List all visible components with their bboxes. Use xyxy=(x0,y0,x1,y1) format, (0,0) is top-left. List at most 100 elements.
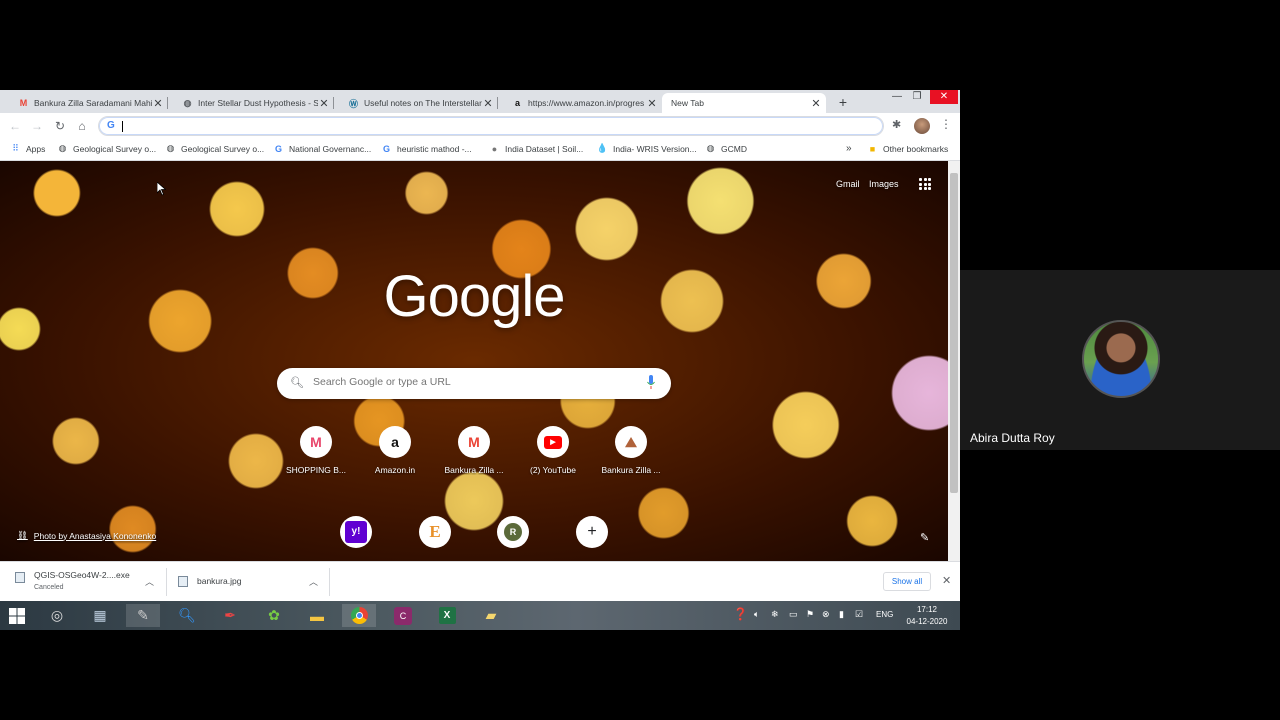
photo-credit-text: Photo by Anastasiya Kononenko xyxy=(33,530,157,541)
shortcut-etsy[interactable]: E xyxy=(395,516,475,548)
scrollbar-thumb[interactable] xyxy=(950,173,958,493)
pdf-app-icon[interactable]: C xyxy=(386,604,420,627)
back-icon[interactable]: ← xyxy=(6,117,24,135)
bookmark-geological-survey-2[interactable]: ◍ Geological Survey o... xyxy=(165,143,265,154)
participant-video-tile[interactable]: Abira Dutta Roy xyxy=(960,270,1280,450)
download-item-bankura[interactable]: bankura.jpg xyxy=(178,576,241,587)
profile-avatar[interactable] xyxy=(914,118,930,134)
shortcut-bankura-zilla[interactable]: ⛰ Bankura Zilla ... xyxy=(591,426,671,475)
bookmark-heuristic-method[interactable]: G heuristic mathod -... xyxy=(381,143,472,154)
ntp-search-box[interactable]: 🔍︎ xyxy=(277,368,671,399)
update-icon[interactable]: ☑ xyxy=(855,609,863,620)
extensions-puzzle-icon[interactable]: ✱ xyxy=(892,118,901,131)
shortcut-label: Bankura Zilla ... xyxy=(444,465,504,475)
folder-icon[interactable]: ▰ xyxy=(474,604,508,627)
bookmark-label: Geological Survey o... xyxy=(73,143,157,154)
more-menu-icon[interactable]: ⋮ xyxy=(940,117,952,131)
excel-icon[interactable]: X xyxy=(430,604,464,627)
amazon-icon: a xyxy=(379,426,411,458)
clock-time[interactable]: 17:12 xyxy=(907,605,947,614)
chevron-up-icon[interactable]: ︿ xyxy=(145,575,154,588)
youtube-play-glyph: ▶ xyxy=(544,435,562,449)
new-tab-page: Gmail Images Google 🔍︎ M SHOPPING B... a… xyxy=(0,161,948,561)
page-scrollbar[interactable] xyxy=(948,161,960,561)
cortana-icon[interactable]: ◎ xyxy=(40,604,74,627)
file-explorer-icon[interactable]: ▬ xyxy=(300,604,334,627)
google-icon: G xyxy=(107,120,115,131)
photo-credit-link[interactable]: ⛓ Photo by Anastasiya Kononenko xyxy=(17,530,156,541)
pencil-icon[interactable]: ✎ xyxy=(920,531,929,544)
tab-bankura-gmail[interactable]: M Bankura Zilla Saradamani Mahil ✕ xyxy=(4,93,168,113)
window-close-button[interactable]: ✕ xyxy=(930,90,958,104)
show-all-button[interactable]: Show all xyxy=(883,572,931,591)
clock-date[interactable]: 04-12-2020 xyxy=(902,617,952,626)
home-icon[interactable]: ⌂ xyxy=(73,117,91,135)
start-button[interactable] xyxy=(0,604,34,627)
bookmark-gcmd[interactable]: ◍ GCMD xyxy=(705,143,747,154)
gmail-link[interactable]: Gmail xyxy=(836,179,860,189)
microphone-icon[interactable] xyxy=(647,375,655,390)
address-input[interactable] xyxy=(121,119,861,133)
language-indicator[interactable]: ENG xyxy=(876,610,893,619)
shortcut-youtube[interactable]: ▶ (2) YouTube xyxy=(513,426,593,475)
close-icon[interactable]: ✕ xyxy=(942,574,951,587)
antivirus-icon[interactable]: ⊗ xyxy=(822,609,830,620)
magnifier-icon[interactable]: 🔍︎ xyxy=(170,604,204,627)
shortcut-label: SHOPPING B... xyxy=(286,465,346,475)
chevron-up-icon[interactable]: ︿ xyxy=(309,575,318,588)
bookmark-label: Other bookmarks xyxy=(883,143,949,154)
tab-useful-notes[interactable]: Ⓦ Useful notes on The Interstellar ✕ xyxy=(334,93,498,113)
download-item-qgis[interactable]: QGIS-OSGeo4W-2....exe Canceled xyxy=(15,570,130,591)
minimize-button[interactable]: — xyxy=(886,90,908,104)
close-icon[interactable]: ✕ xyxy=(810,97,822,110)
yahoo-glyph: y! xyxy=(345,521,367,543)
shortcut-amazon[interactable]: a Amazon.in xyxy=(355,426,435,475)
address-bar[interactable]: G xyxy=(98,116,884,136)
new-tab-button[interactable]: + xyxy=(835,93,851,111)
amazon-icon: a xyxy=(514,98,520,108)
bookmark-national-governance[interactable]: G National Governanc... xyxy=(273,143,371,154)
bookmark-apps[interactable]: ⠿ Apps xyxy=(10,143,45,154)
restore-button[interactable]: ❐ xyxy=(906,90,928,104)
bookmark-geological-survey-1[interactable]: ◍ Geological Survey o... xyxy=(57,143,157,154)
reload-icon[interactable]: ↻ xyxy=(51,117,69,135)
bookmark-india-dataset[interactable]: ● India Dataset | Soil... xyxy=(489,143,584,154)
plus-icon: + xyxy=(576,516,608,548)
qgis-icon[interactable]: ✿ xyxy=(257,604,291,627)
calculator-icon[interactable]: ▦ xyxy=(83,604,117,627)
shortcut-bankura-gmail[interactable]: M Bankura Zilla ... xyxy=(434,426,514,475)
pen-icon[interactable]: ✒ xyxy=(213,604,247,627)
chrome-icon[interactable] xyxy=(342,604,376,627)
paint-icon[interactable]: ✎ xyxy=(126,604,160,627)
shortcut-shopping[interactable]: M SHOPPING B... xyxy=(276,426,356,475)
globe-icon: ◍ xyxy=(58,143,67,153)
close-icon[interactable]: ✕ xyxy=(318,97,330,110)
volume-icon[interactable]: 🔈︎ xyxy=(754,609,759,620)
images-link[interactable]: Images xyxy=(869,179,899,189)
bookmark-label: National Governanc... xyxy=(289,143,372,154)
close-icon[interactable]: ✕ xyxy=(646,97,658,110)
google-apps-icon[interactable] xyxy=(919,178,931,190)
shortcut-r[interactable]: R xyxy=(473,516,553,548)
tab-new-tab[interactable]: New Tab ✕ xyxy=(662,93,826,113)
snowflake-icon[interactable]: ❄ xyxy=(771,609,779,620)
forward-icon[interactable]: → xyxy=(28,117,46,135)
mountain-logo-icon: ⛰ xyxy=(615,426,647,458)
chrome-logo xyxy=(350,607,368,624)
flag-icon[interactable]: ⚑ xyxy=(806,609,814,620)
battery-icon[interactable]: ▮ xyxy=(839,609,844,620)
shortcut-yahoo[interactable]: y! xyxy=(316,516,396,548)
bookmarks-overflow-button[interactable]: » xyxy=(846,143,852,154)
close-icon[interactable]: ✕ xyxy=(152,97,164,110)
bookmark-india-wris[interactable]: 💧 India- WRIS Version... xyxy=(597,143,697,154)
other-bookmarks-folder[interactable]: ■ Other bookmarks xyxy=(867,143,948,154)
tab-interstellar-dust[interactable]: ◍ Inter Stellar Dust Hypothesis - S ✕ xyxy=(168,93,334,113)
tab-amazon[interactable]: a https://www.amazon.in/progres ✕ xyxy=(498,93,662,113)
help-icon[interactable]: ❓ xyxy=(733,607,748,621)
search-icon: 🔍︎ xyxy=(290,377,304,389)
search-input[interactable] xyxy=(313,376,633,388)
windows-logo-icon xyxy=(9,607,25,624)
close-icon[interactable]: ✕ xyxy=(482,97,494,110)
add-shortcut-button[interactable]: + xyxy=(552,516,632,548)
network-icon[interactable]: ▭ xyxy=(789,609,798,620)
